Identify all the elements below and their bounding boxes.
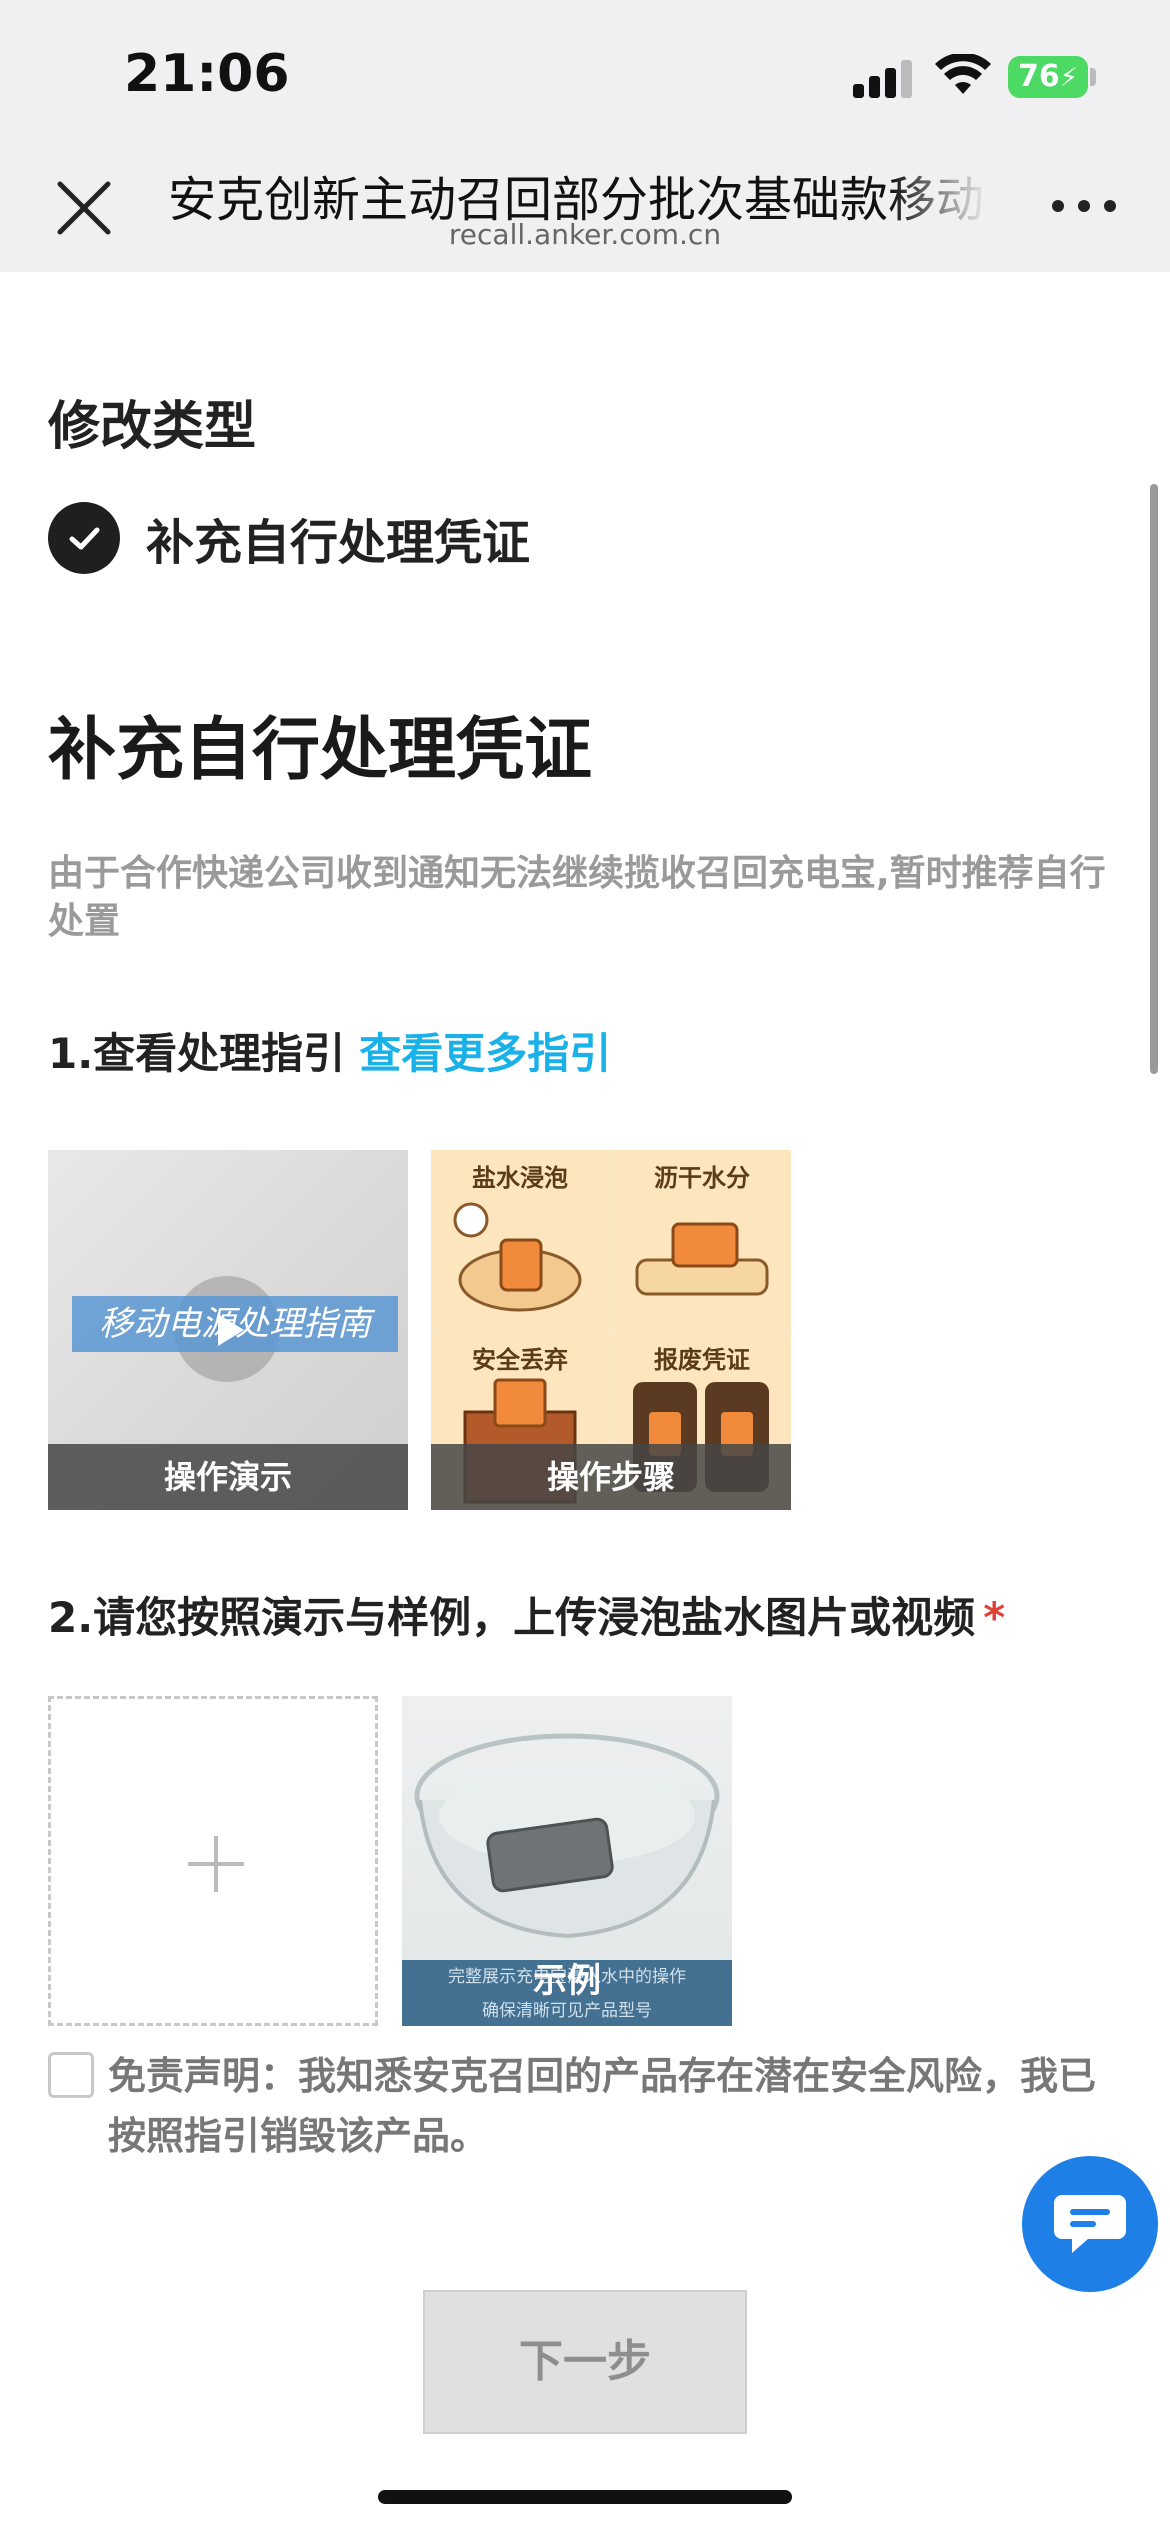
required-mark: * — [983, 1593, 1006, 1642]
type-option-label: 补充自行处理凭证 — [146, 515, 531, 571]
step-panel-label: 安全丢弃 — [472, 1346, 568, 1374]
status-time: 21:06 — [124, 44, 290, 104]
modify-type-label: 修改类型 — [48, 397, 257, 457]
description-text: 由于合作快递公司收到通知无法继续揽收召回充电宝,暂时推荐自行处置 — [48, 853, 1106, 942]
page-title: 补充自行处理凭证 — [48, 711, 593, 790]
chat-bubble-icon — [1054, 2195, 1126, 2253]
next-step-button[interactable]: 下一步 — [423, 2290, 747, 2434]
step-panel: 盐水浸泡 — [431, 1150, 609, 1328]
disclaimer-row[interactable]: 免责声明：我知悉安克召回的产品存在潜在安全风险，我已按照指引销毁该产品。 — [48, 2046, 1098, 2166]
step-panel-label: 盐水浸泡 — [472, 1164, 568, 1192]
battery-level: 76 — [1018, 59, 1060, 94]
disclaimer-checkbox[interactable] — [48, 2052, 94, 2098]
top-header: 21:06 76⚡ 安克创新主动召回部分批次基础款移动电源 recall.ank… — [0, 0, 1170, 272]
step-panel-label: 报废凭证 — [654, 1346, 750, 1374]
check-circle-icon — [48, 502, 120, 574]
step2-label: 2.请您按照演示与样例，上传浸泡盐水图片或视频 — [48, 1593, 976, 1642]
disclaimer-text: 免责声明：我知悉安克召回的产品存在潜在安全风险，我已按照指引销毁该产品。 — [108, 2054, 1097, 2158]
sample-image[interactable]: 完整展示充电宝浸入水中的操作 确保清晰可见产品型号 示例 — [402, 1696, 732, 2026]
battery-cap — [1090, 68, 1096, 86]
video-caption: 操作演示 — [48, 1444, 408, 1510]
upload-button[interactable] — [48, 1696, 378, 2026]
steps-caption: 操作步骤 — [431, 1444, 791, 1510]
steps-image-thumbnail[interactable]: 盐水浸泡 沥干水分 安全丢弃 报废凭证 操作步骤 — [431, 1150, 791, 1510]
chat-support-button[interactable] — [1022, 2156, 1158, 2292]
more-options-icon[interactable] — [1052, 200, 1116, 220]
step-panel: 沥干水分 — [613, 1150, 791, 1328]
cellular-signal-icon — [853, 58, 913, 98]
step1-heading: 1.查看处理指引 查看更多指引 — [48, 1020, 611, 1081]
battery-icon: 76⚡ — [1008, 56, 1088, 98]
scrollbar[interactable] — [1150, 484, 1158, 1074]
page-url: recall.anker.com.cn — [448, 218, 722, 251]
step-panel-label: 沥干水分 — [654, 1164, 750, 1192]
more-guides-link[interactable]: 查看更多指引 — [359, 1029, 611, 1078]
home-indicator — [378, 2490, 792, 2504]
type-option-selected[interactable]: 补充自行处理凭证 — [48, 500, 530, 576]
step1-label: 1.查看处理指引 — [48, 1029, 346, 1078]
demo-video-thumbnail[interactable]: 移动电源处理指南 操作演示 — [48, 1150, 408, 1510]
plus-icon-vertical — [214, 1836, 218, 1892]
play-icon — [218, 1314, 244, 1346]
step2-heading: 2.请您按照演示与样例，上传浸泡盐水图片或视频 * — [48, 1584, 1005, 1645]
wifi-icon — [935, 54, 991, 94]
sample-label: 示例 — [533, 1961, 601, 2001]
